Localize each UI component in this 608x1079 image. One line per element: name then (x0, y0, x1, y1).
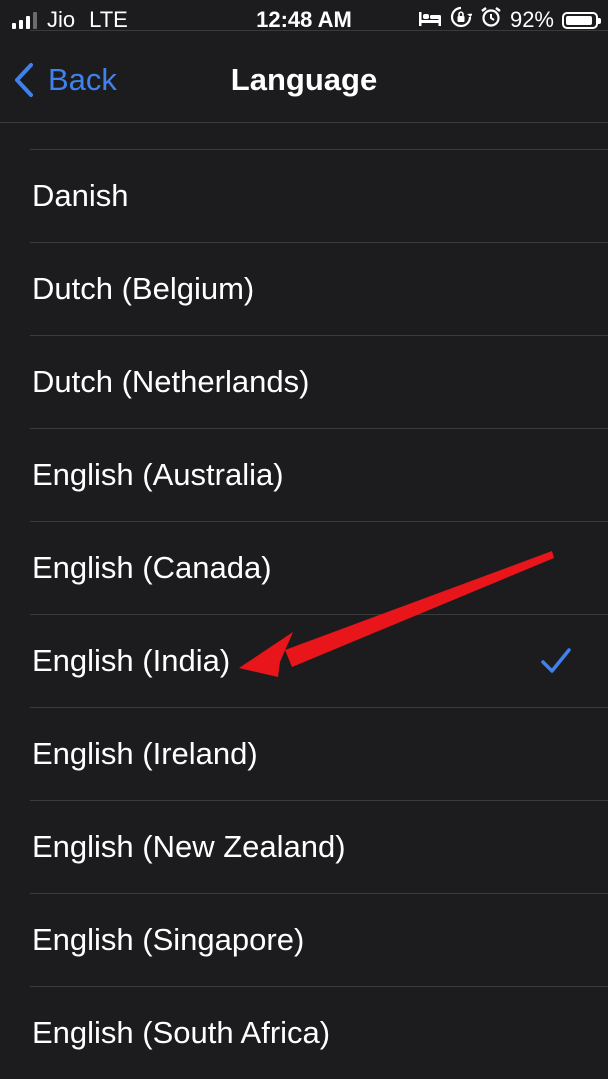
language-label: English (Canada) (32, 550, 272, 585)
list-item-english-ireland[interactable]: English (Ireland) (0, 707, 608, 800)
language-label: English (India) (32, 643, 231, 678)
language-label: Danish (32, 178, 129, 213)
list-item-danish[interactable]: Danish (0, 149, 608, 242)
list-item-english-australia[interactable]: English (Australia) (0, 428, 608, 521)
list-item-dutch-netherlands[interactable]: Dutch (Netherlands) (0, 335, 608, 428)
battery-icon (562, 11, 601, 29)
language-label: English (Singapore) (32, 922, 305, 957)
separator (30, 30, 608, 31)
checkmark-icon (541, 648, 571, 673)
battery-fill (566, 15, 592, 25)
language-label: English (New Zealand) (32, 829, 346, 864)
list-item-english-singapore[interactable]: English (Singapore) (0, 893, 608, 986)
list-item-dutch-belgium[interactable]: Dutch (Belgium) (0, 242, 608, 335)
list-item-english-south-africa[interactable]: English (South Africa) (0, 986, 608, 1079)
language-label: Dutch (Belgium) (32, 271, 255, 306)
language-label: English (Australia) (32, 457, 284, 492)
language-label: Dutch (Netherlands) (32, 364, 310, 399)
language-label: English (Ireland) (32, 736, 258, 771)
language-list: Danish Dutch (Belgium) Dutch (Netherland… (0, 30, 608, 1079)
list-item-english-canada[interactable]: English (Canada) (0, 521, 608, 614)
list-item-partial (0, 30, 608, 123)
language-label: English (South Africa) (32, 1015, 331, 1050)
list-item-english-new-zealand[interactable]: English (New Zealand) (0, 800, 608, 893)
list-item-english-india[interactable]: English (India) (0, 614, 608, 707)
